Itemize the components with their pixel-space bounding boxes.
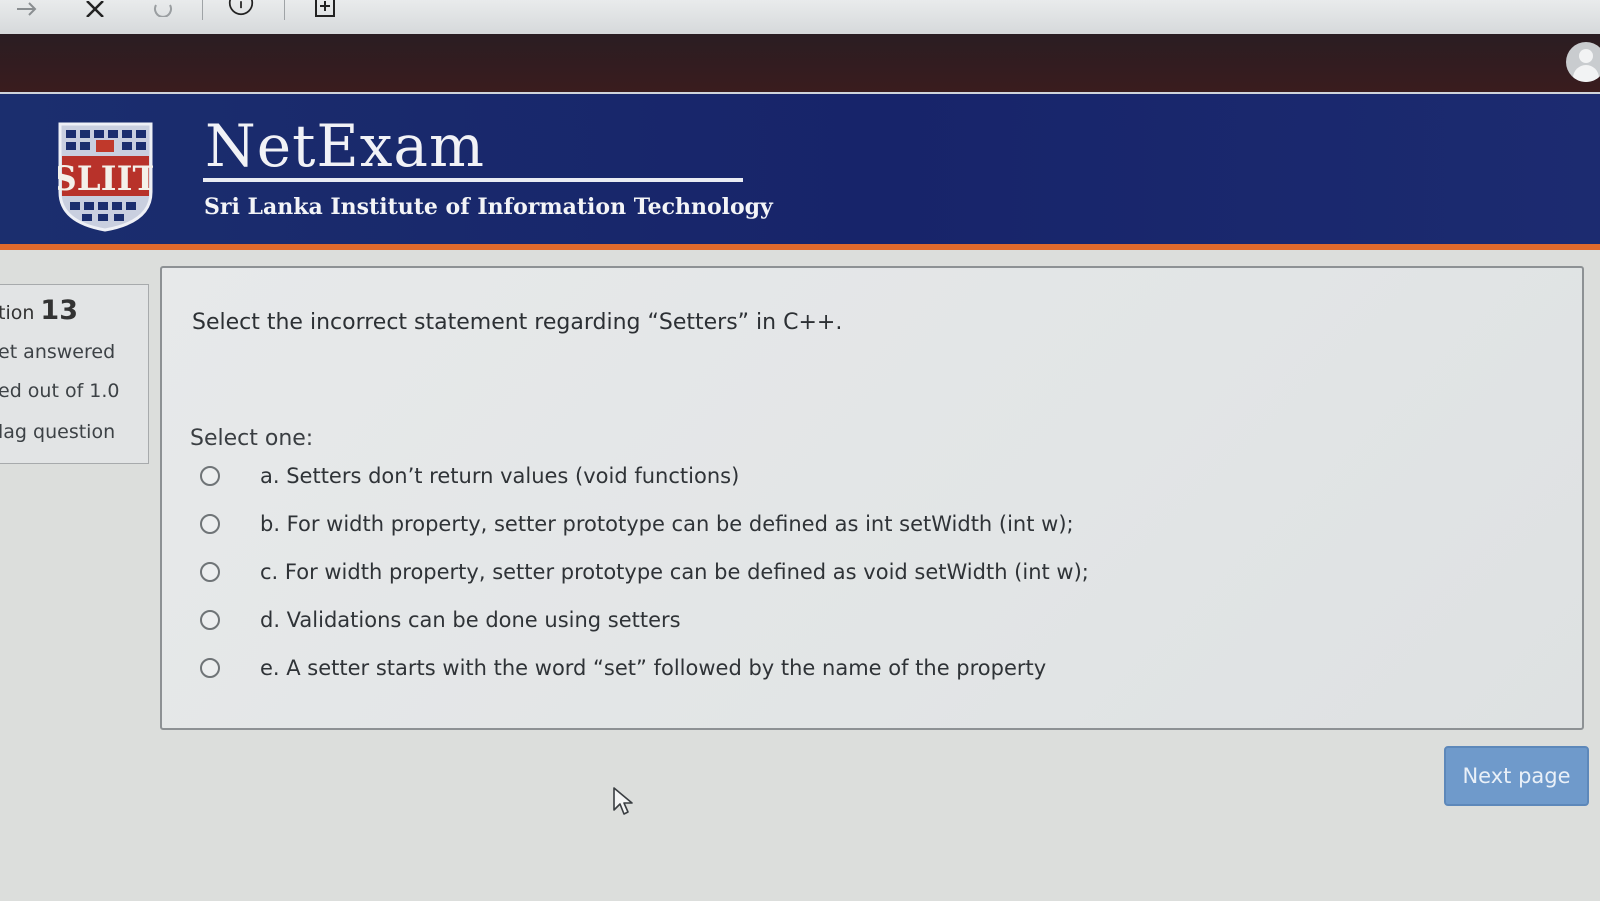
radio-button[interactable]: [200, 562, 220, 582]
sliit-logo: SLIIT: [58, 122, 153, 232]
radio-button[interactable]: [200, 466, 220, 486]
answer-option-label: e. A setter starts with the word “set” f…: [260, 656, 1047, 680]
question-marks: ed out of 1.0: [0, 380, 120, 402]
question-number-value: 13: [40, 295, 78, 326]
question-number: tion 13: [0, 295, 78, 326]
next-page-button[interactable]: Next page: [1444, 746, 1589, 806]
answer-option-a[interactable]: a. Setters don’t return values (void fun…: [200, 464, 739, 488]
reload-icon[interactable]: [150, 0, 176, 22]
answer-option-label: b. For width property, setter prototype …: [260, 512, 1074, 536]
answer-status: et answered: [0, 341, 116, 363]
app-title: NetExam: [205, 112, 486, 180]
radio-button[interactable]: [200, 610, 220, 630]
answer-option-d[interactable]: d. Validations can be done using setters: [200, 608, 681, 632]
answer-option-label: c. For width property, setter prototype …: [260, 560, 1089, 584]
question-box: Select the incorrect statement regarding…: [160, 266, 1584, 730]
stop-icon[interactable]: [82, 0, 108, 22]
header-banner: SLIIT NetExam Sri Lanka Institute of Inf…: [0, 94, 1600, 250]
institute-name: Sri Lanka Institute of Information Techn…: [204, 194, 773, 220]
logo-text: SLIIT: [58, 159, 153, 199]
new-tab-icon[interactable]: [312, 0, 338, 22]
forward-icon[interactable]: [14, 0, 40, 22]
question-text: Select the incorrect statement regarding…: [192, 310, 843, 335]
question-info-panel: tion 13 et answered ed out of 1.0 lag que…: [0, 284, 149, 464]
select-one-label: Select one:: [190, 426, 314, 451]
title-divider: [203, 178, 743, 182]
browser-toolbar: [0, 0, 1600, 35]
flag-question-link[interactable]: lag question: [0, 421, 115, 443]
radio-button[interactable]: [200, 658, 220, 678]
top-navbar: [0, 34, 1600, 94]
mouse-cursor-icon: [613, 787, 633, 815]
user-avatar[interactable]: [1566, 42, 1600, 82]
radio-button[interactable]: [200, 514, 220, 534]
answer-option-e[interactable]: e. A setter starts with the word “set” f…: [200, 656, 1046, 680]
question-label: tion: [0, 302, 35, 324]
info-icon[interactable]: [228, 0, 254, 22]
answer-option-label: a. Setters don’t return values (void fun…: [260, 464, 740, 488]
answer-option-b[interactable]: b. For width property, setter prototype …: [200, 512, 1074, 536]
answer-option-label: d. Validations can be done using setters: [260, 608, 681, 632]
answer-option-c[interactable]: c. For width property, setter prototype …: [200, 560, 1089, 584]
